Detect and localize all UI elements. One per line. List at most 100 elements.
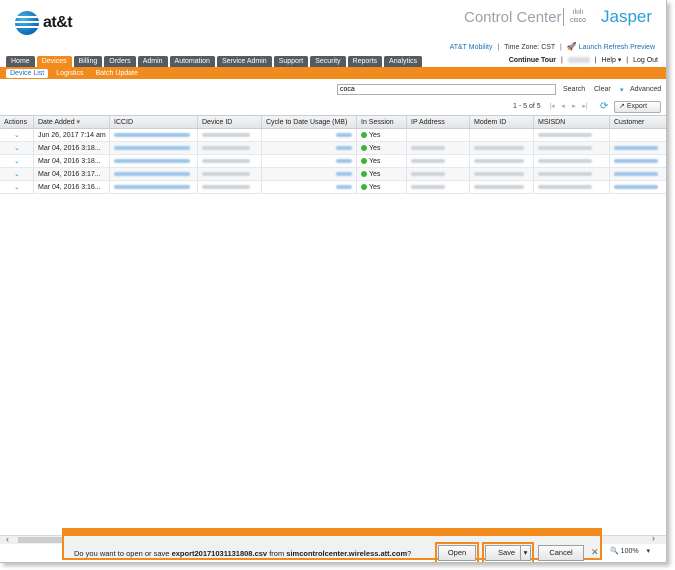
advanced-button[interactable]: Advanced [630, 86, 661, 93]
row-expand-chevron-icon[interactable]: ⌄ [4, 132, 20, 139]
scroll-left-icon[interactable]: ‹ [6, 534, 9, 544]
iccid-redacted[interactable] [114, 159, 190, 164]
tab-billing[interactable]: Billing [73, 56, 103, 67]
iccid-redacted[interactable] [114, 172, 190, 177]
help-caret-icon[interactable]: ▾ [618, 57, 622, 64]
customer-redacted[interactable] [614, 172, 658, 177]
zoom-control[interactable]: 🔍 100% ▾ [610, 547, 650, 555]
main-nav: Home Devices Billing Orders Admin Automa… [6, 56, 423, 67]
iccid-redacted[interactable] [114, 146, 190, 151]
tab-admin[interactable]: Admin [137, 56, 168, 67]
tab-orders[interactable]: Orders [104, 56, 136, 67]
refresh-icon[interactable]: ⟳ [600, 101, 611, 112]
session-active-icon [361, 171, 367, 178]
table-row[interactable]: ⌄ Mar 04, 2016 3:16... Yes [0, 181, 666, 194]
iccid-redacted[interactable] [114, 185, 190, 190]
export-button[interactable]: ↗ Export [614, 101, 661, 113]
tab-automation[interactable]: Automation [169, 56, 215, 67]
device-id-redacted [202, 159, 250, 164]
timezone: Time Zone: CST [504, 44, 556, 51]
sub-nav: Device List Logistics Batch Update [6, 69, 142, 78]
ip-redacted [411, 146, 445, 151]
usage-redacted[interactable] [336, 185, 352, 190]
last-page-icon[interactable]: ▸| [580, 102, 590, 111]
pager-row: 1 - 5 of 5 |◂ ◂ ▸ ▸| ⟳ ↗ Export [0, 99, 666, 115]
cell-date: Jun 26, 2017 7:14 am [34, 129, 110, 142]
mobility-link[interactable]: AT&T Mobility [450, 44, 493, 51]
col-in-session[interactable]: In Session [357, 116, 407, 129]
search-button[interactable]: Search [563, 86, 585, 93]
tab-support[interactable]: Support [273, 56, 309, 67]
subtab-batch-update[interactable]: Batch Update [91, 69, 141, 78]
col-date-added[interactable]: Date Added ▾ [34, 116, 110, 129]
row-expand-chevron-icon[interactable]: ⌄ [4, 171, 20, 178]
zoom-magnifier-icon: 🔍 [610, 548, 619, 555]
customer-redacted[interactable] [614, 185, 658, 190]
product-title: Control Center [464, 9, 562, 26]
customer-redacted[interactable] [614, 159, 658, 164]
col-usage[interactable]: Cycle to Date Usage (MB) [262, 116, 357, 129]
download-notification-bar: Do you want to open or save export201710… [62, 528, 602, 562]
first-page-icon[interactable]: |◂ [547, 102, 557, 111]
device-id-redacted [202, 146, 250, 151]
tab-security[interactable]: Security [310, 56, 346, 67]
session-active-icon [361, 145, 367, 152]
pager-count: 1 - 5 of 5 [513, 103, 541, 110]
tab-home[interactable]: Home [6, 56, 35, 67]
col-ip-address[interactable]: IP Address [407, 116, 470, 129]
tab-analytics[interactable]: Analytics [384, 56, 423, 67]
col-msisdn[interactable]: MSISDN [534, 116, 610, 129]
logout-link[interactable]: Log Out [633, 57, 658, 64]
table-row[interactable]: ⌄ Mar 04, 2016 3:18... Yes [0, 155, 666, 168]
row-expand-chevron-icon[interactable]: ⌄ [4, 145, 20, 152]
col-customer[interactable]: Customer [610, 116, 666, 129]
table-row[interactable]: ⌄ Jun 26, 2017 7:14 am Yes [0, 129, 666, 142]
att-globe-icon [15, 11, 39, 35]
msisdn-redacted [538, 159, 592, 164]
customer-redacted[interactable] [614, 146, 658, 151]
next-page-icon[interactable]: ▸ [569, 102, 579, 111]
scroll-right-icon[interactable]: › [652, 533, 655, 543]
col-actions: Actions [0, 116, 34, 129]
tab-devices[interactable]: Devices [36, 56, 72, 67]
advanced-caret-icon[interactable]: ▾ [620, 86, 624, 94]
prev-page-icon[interactable]: ◂ [558, 102, 568, 111]
msisdn-redacted [538, 133, 592, 138]
brand-divider [563, 8, 564, 26]
col-iccid[interactable]: ICCID [110, 116, 198, 129]
usage-redacted[interactable] [336, 146, 352, 151]
save-button[interactable]: Save ▾ [482, 542, 534, 562]
row-expand-chevron-icon[interactable]: ⌄ [4, 184, 20, 191]
table-row[interactable]: ⌄ Mar 04, 2016 3:17... Yes [0, 168, 666, 181]
export-label: Export [626, 103, 648, 110]
msisdn-redacted [538, 146, 592, 151]
launch-refresh-preview-link[interactable]: Launch Refresh Preview [579, 44, 655, 51]
subtab-logistics[interactable]: Logistics [52, 69, 87, 78]
row-expand-chevron-icon[interactable]: ⌄ [4, 158, 20, 165]
zoom-dropdown-icon: ▾ [646, 548, 651, 555]
clear-button[interactable]: Clear [594, 86, 611, 93]
col-modem-id[interactable]: Modem ID [470, 116, 534, 129]
session-active-icon [361, 132, 367, 139]
att-logo[interactable]: at&t [15, 11, 73, 35]
col-device-id[interactable]: Device ID [198, 116, 262, 129]
cancel-button[interactable]: Cancel [538, 545, 584, 561]
close-icon[interactable]: ✕ [591, 547, 599, 558]
save-dropdown-arrow-icon[interactable]: ▾ [520, 546, 530, 560]
table-row[interactable]: ⌄ Mar 04, 2016 3:18... Yes [0, 142, 666, 155]
subtab-device-list[interactable]: Device List [6, 69, 49, 78]
sort-desc-icon: ▾ [76, 119, 81, 126]
ip-redacted [411, 172, 445, 177]
continue-tour-link[interactable]: Continue Tour [509, 57, 556, 64]
usage-redacted[interactable] [336, 133, 352, 138]
open-button[interactable]: Open [435, 542, 479, 562]
usage-redacted[interactable] [336, 159, 352, 164]
help-link[interactable]: Help [601, 57, 615, 64]
tab-service-admin[interactable]: Service Admin [216, 56, 272, 67]
device-table: Actions Date Added ▾ ICCID Device ID Cyc… [0, 115, 666, 194]
tab-reports[interactable]: Reports [347, 56, 383, 67]
iccid-redacted[interactable] [114, 133, 190, 138]
ip-redacted [411, 159, 445, 164]
usage-redacted[interactable] [336, 172, 352, 177]
search-input[interactable] [337, 84, 556, 95]
